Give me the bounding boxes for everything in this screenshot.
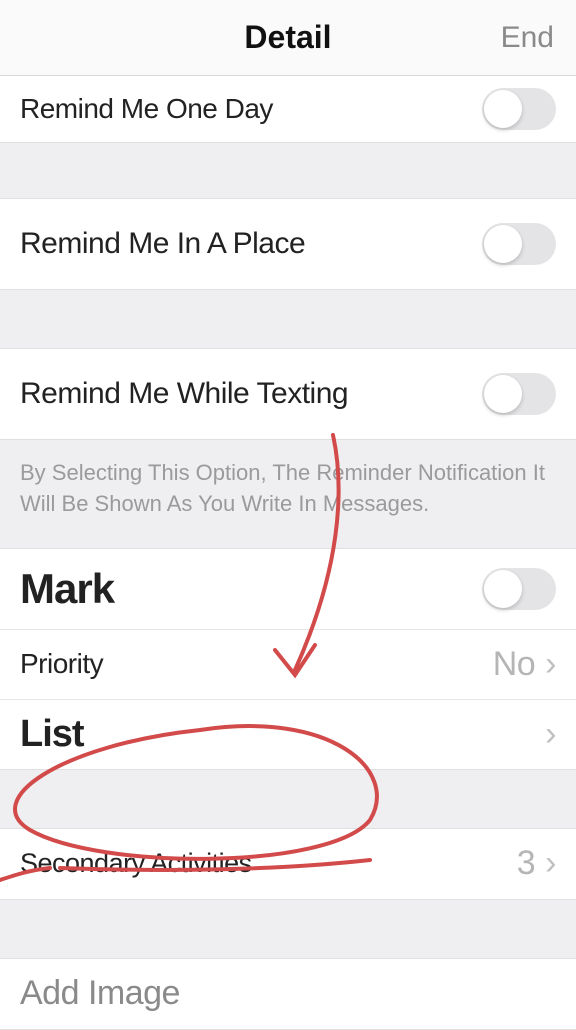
secondary-activities-count: 3 <box>517 844 535 883</box>
section-gap <box>0 900 576 958</box>
remind-texting-toggle[interactable] <box>482 373 556 415</box>
remind-one-day-row[interactable]: Remind Me One Day <box>0 76 576 142</box>
remind-texting-row[interactable]: Remind Me While Texting <box>0 349 576 439</box>
header-bar: Detail End <box>0 0 576 76</box>
list-chevron: › <box>545 715 556 754</box>
remind-texting-label: Remind Me While Texting <box>20 377 348 411</box>
add-image-row[interactable]: Add Image <box>0 959 576 1029</box>
mark-row[interactable]: Mark <box>0 549 576 629</box>
end-button[interactable]: End <box>501 21 554 55</box>
remind-one-day-toggle[interactable] <box>482 88 556 130</box>
chevron-right-icon: › <box>545 844 556 883</box>
mark-label: Mark <box>20 565 114 613</box>
remind-place-row[interactable]: Remind Me In A Place <box>0 199 576 289</box>
section-gap <box>0 290 576 348</box>
list-label: List <box>20 713 84 756</box>
chevron-right-icon: › <box>545 715 556 754</box>
texting-footer-note: By Selecting This Option, The Reminder N… <box>0 440 576 548</box>
section-gap <box>0 143 576 198</box>
priority-row[interactable]: Priority No › <box>0 629 576 699</box>
priority-value: No › <box>493 645 556 684</box>
remind-place-label: Remind Me In A Place <box>20 227 305 261</box>
remind-place-toggle[interactable] <box>482 223 556 265</box>
list-row[interactable]: List › <box>0 699 576 769</box>
priority-label: Priority <box>20 648 103 680</box>
secondary-activities-label: Secondary Activities <box>20 848 252 879</box>
mark-toggle[interactable] <box>482 568 556 610</box>
secondary-activities-value: 3 › <box>517 844 556 883</box>
add-image-label: Add Image <box>20 974 180 1013</box>
priority-value-text: No <box>493 645 535 684</box>
remind-one-day-label: Remind Me One Day <box>20 93 273 125</box>
chevron-right-icon: › <box>545 645 556 684</box>
page-title: Detail <box>244 19 331 56</box>
section-gap <box>0 770 576 828</box>
secondary-activities-row[interactable]: Secondary Activities 3 › <box>0 829 576 899</box>
